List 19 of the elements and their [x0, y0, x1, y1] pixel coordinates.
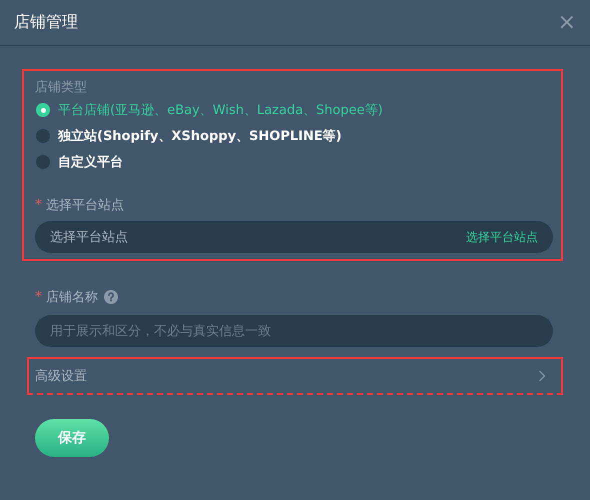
radio-label[interactable]: 自定义平台 — [58, 153, 123, 171]
site-select-field[interactable]: 选择平台站点 选择平台站点 — [35, 221, 553, 253]
chevron-icon — [538, 370, 546, 382]
required-mark: * — [35, 197, 42, 213]
required-mark: * — [35, 289, 42, 305]
radio-label[interactable]: 独立站(Shopify、XShoppy、SHOPLINE等) — [58, 127, 342, 145]
field-label: 店铺类型 — [35, 79, 88, 97]
radio-button[interactable] — [36, 155, 50, 169]
field-label: 店铺名称 — [46, 289, 98, 306]
radio-button[interactable] — [36, 103, 50, 117]
close-button[interactable]: × — [558, 12, 576, 34]
store-name-field[interactable]: 用于展示和区分，不必与真实信息一致 — [35, 315, 553, 347]
radio-label[interactable]: 平台店铺(亚马逊、eBay、Wish、Lazada、Shopee等) — [58, 101, 383, 119]
help-icon[interactable] — [104, 290, 118, 304]
radio-button[interactable] — [36, 129, 50, 143]
advanced-settings-row[interactable]: 高级设置 — [27, 357, 563, 395]
dialog-title: 店铺管理 — [14, 12, 78, 33]
field-label: 选择平台站点 — [46, 197, 124, 214]
save-button[interactable]: 保存 — [35, 419, 109, 457]
